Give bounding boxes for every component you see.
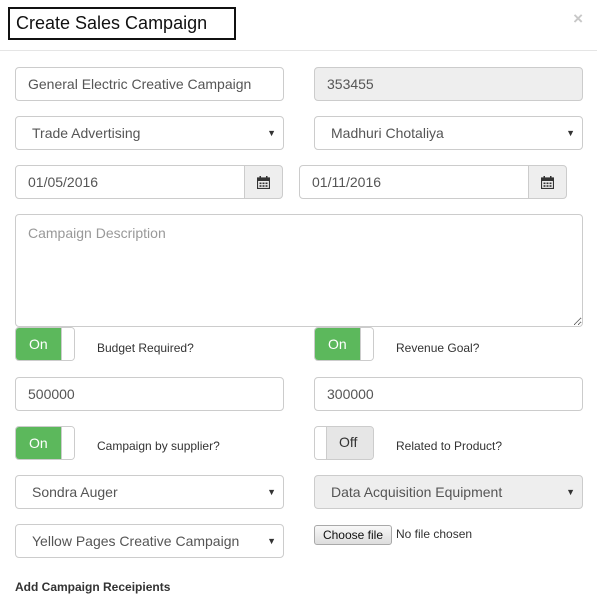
toggle-handle [315, 427, 327, 459]
modal-header: Create Sales Campaign × [0, 0, 597, 51]
toggle-on-label: On [16, 427, 61, 459]
caret-down-icon: ▼ [566, 487, 575, 497]
revenue-goal-toggle[interactable]: On [314, 327, 374, 361]
toggle-handle [61, 427, 74, 459]
related-campaign-select[interactable]: Yellow Pages Creative Campaign ▼ [15, 524, 284, 558]
related-to-product-label: Related to Product? [396, 439, 503, 453]
budget-required-toggle[interactable]: On [15, 327, 75, 361]
product-value: Data Acquisition Equipment [331, 484, 503, 500]
calendar-icon [257, 175, 270, 189]
caret-down-icon: ▼ [566, 128, 575, 138]
campaign-type-select[interactable]: Trade Advertising ▼ [15, 116, 284, 150]
supplier-select[interactable]: Sondra Auger ▼ [15, 475, 284, 509]
owner-select[interactable]: Madhuri Chotaliya ▼ [314, 116, 583, 150]
toggle-handle [61, 328, 74, 360]
add-campaign-recipients-heading: Add Campaign Receipients [15, 580, 171, 594]
end-date-calendar-button[interactable] [528, 165, 567, 199]
end-date-input[interactable]: 01/11/2016 [299, 165, 529, 199]
campaign-id-input[interactable]: 353455 [314, 67, 583, 101]
revenue-amount-input[interactable]: 300000 [314, 377, 583, 411]
campaign-description-textarea[interactable] [15, 214, 583, 327]
caret-down-icon: ▼ [267, 128, 276, 138]
campaign-by-supplier-label: Campaign by supplier? [97, 439, 220, 453]
start-date-input[interactable]: 01/05/2016 [15, 165, 245, 199]
modal-title: Create Sales Campaign [8, 7, 236, 40]
supplier-value: Sondra Auger [32, 484, 118, 500]
toggle-on-label: On [16, 328, 61, 360]
caret-down-icon: ▼ [267, 536, 276, 546]
campaign-type-value: Trade Advertising [32, 125, 141, 141]
start-date-calendar-button[interactable] [244, 165, 283, 199]
campaign-name-input[interactable]: General Electric Creative Campaign [15, 67, 284, 101]
product-select[interactable]: Data Acquisition Equipment ▼ [314, 475, 583, 509]
toggle-off-label: Off [327, 427, 373, 459]
choose-file-button[interactable]: Choose file [314, 525, 392, 545]
related-campaign-value: Yellow Pages Creative Campaign [32, 533, 240, 549]
related-to-product-toggle[interactable]: Off [314, 426, 374, 460]
caret-down-icon: ▼ [267, 487, 276, 497]
file-status-text: No file chosen [396, 527, 473, 541]
budget-amount-input[interactable]: 500000 [15, 377, 284, 411]
budget-required-label: Budget Required? [97, 341, 194, 355]
campaign-by-supplier-toggle[interactable]: On [15, 426, 75, 460]
toggle-handle [360, 328, 373, 360]
revenue-goal-label: Revenue Goal? [396, 341, 480, 355]
toggle-on-label: On [315, 328, 360, 360]
owner-value: Madhuri Chotaliya [331, 125, 444, 141]
calendar-icon [541, 175, 554, 189]
close-icon[interactable]: × [573, 10, 583, 27]
